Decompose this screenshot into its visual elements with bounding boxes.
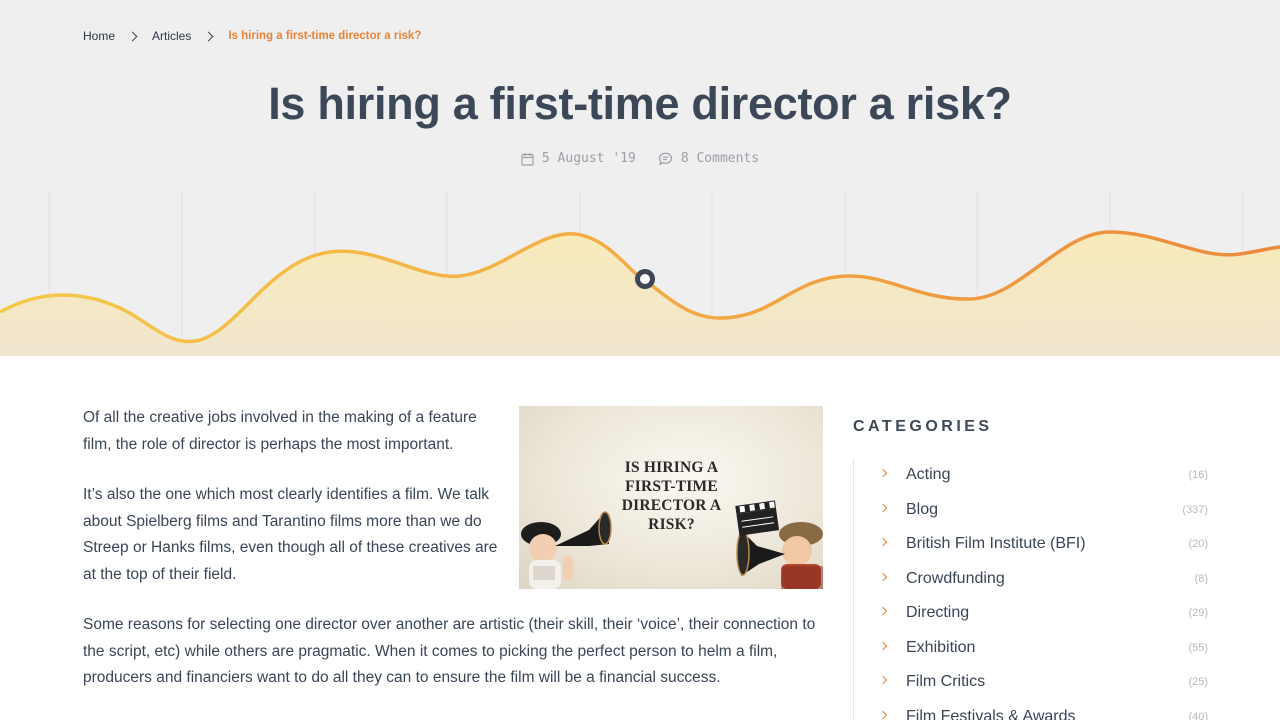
calendar-icon	[521, 152, 534, 166]
category-item-blog[interactable]: Blog (337)	[854, 493, 1208, 528]
breadcrumb-home[interactable]: Home	[83, 29, 115, 43]
category-count: (55)	[1188, 641, 1208, 654]
chevron-right-icon	[878, 503, 888, 512]
category-count: (29)	[1188, 607, 1208, 620]
category-label[interactable]: Blog	[906, 501, 1182, 519]
breadcrumb-articles[interactable]: Articles	[152, 29, 191, 43]
post-comments-text: 8 Comments	[680, 151, 760, 166]
post-date: 5 August '19	[521, 151, 636, 166]
category-item-bfi[interactable]: British Film Institute (BFI) (20)	[854, 527, 1208, 562]
article-paragraph: Some reasons for selecting one director …	[83, 616, 816, 686]
chevron-right-icon	[127, 31, 138, 41]
category-count: (8)	[1194, 572, 1208, 585]
article-paragraph: Of all the creative jobs involved in the…	[83, 409, 477, 453]
category-item-acting[interactable]: Acting (16)	[854, 458, 1208, 493]
category-item-crowdfunding[interactable]: Crowdfunding (8)	[854, 562, 1208, 597]
category-label[interactable]: British Film Institute (BFI)	[906, 535, 1188, 553]
decorative-wave	[0, 190, 1280, 356]
comment-icon	[658, 152, 672, 165]
category-count: (337)	[1182, 503, 1208, 516]
chevron-right-icon	[878, 607, 888, 616]
post-comments[interactable]: 8 Comments	[658, 151, 759, 166]
post-meta: 5 August '19 8 Comments	[0, 151, 1280, 166]
article-image-caption: IS HIRING A FIRST-TIME DIRECTOR A RISK?	[621, 459, 722, 533]
article-image: IS HIRING A FIRST-TIME DIRECTOR A RISK?	[519, 406, 823, 589]
sidebar: CATEGORIES Acting (16) Blog (337) Britis…	[853, 418, 1208, 720]
category-count: (40)	[1188, 710, 1208, 720]
category-count: (16)	[1188, 469, 1208, 482]
category-item-directing[interactable]: Directing (29)	[854, 596, 1208, 631]
chevron-right-icon	[878, 572, 888, 581]
post-date-text: 5 August '19	[541, 151, 636, 166]
category-label[interactable]: Film Festivals & Awards	[906, 708, 1188, 720]
chevron-right-icon	[878, 710, 888, 719]
breadcrumb: Home Articles Is hiring a first-time dir…	[83, 29, 421, 43]
chevron-right-icon	[878, 538, 888, 547]
category-count: (25)	[1188, 676, 1208, 689]
chevron-right-icon	[878, 676, 888, 685]
category-label[interactable]: Acting	[906, 466, 1188, 484]
category-item-exhibition[interactable]: Exhibition (55)	[854, 631, 1208, 666]
page-title: Is hiring a first-time director a risk?	[268, 78, 1012, 129]
chevron-right-icon	[878, 641, 888, 650]
category-label[interactable]: Exhibition	[906, 639, 1188, 657]
chevron-right-icon	[203, 31, 214, 41]
category-label[interactable]: Crowdfunding	[906, 570, 1195, 588]
category-count: (20)	[1188, 538, 1208, 551]
category-label[interactable]: Film Critics	[906, 673, 1188, 691]
category-label[interactable]: Directing	[906, 604, 1188, 622]
breadcrumb-current: Is hiring a first-time director a risk?	[228, 30, 422, 42]
article-paragraph: It’s also the one which most clearly ide…	[83, 486, 498, 583]
category-item-film-festivals[interactable]: Film Festivals & Awards (40)	[854, 700, 1208, 720]
sidebar-heading: CATEGORIES	[853, 418, 993, 435]
chevron-right-icon	[878, 469, 888, 478]
category-item-film-critics[interactable]: Film Critics (25)	[854, 665, 1208, 700]
hero-banner: Home Articles Is hiring a first-time dir…	[0, 0, 1280, 356]
category-list: Acting (16) Blog (337) British Film Inst…	[853, 458, 1208, 720]
